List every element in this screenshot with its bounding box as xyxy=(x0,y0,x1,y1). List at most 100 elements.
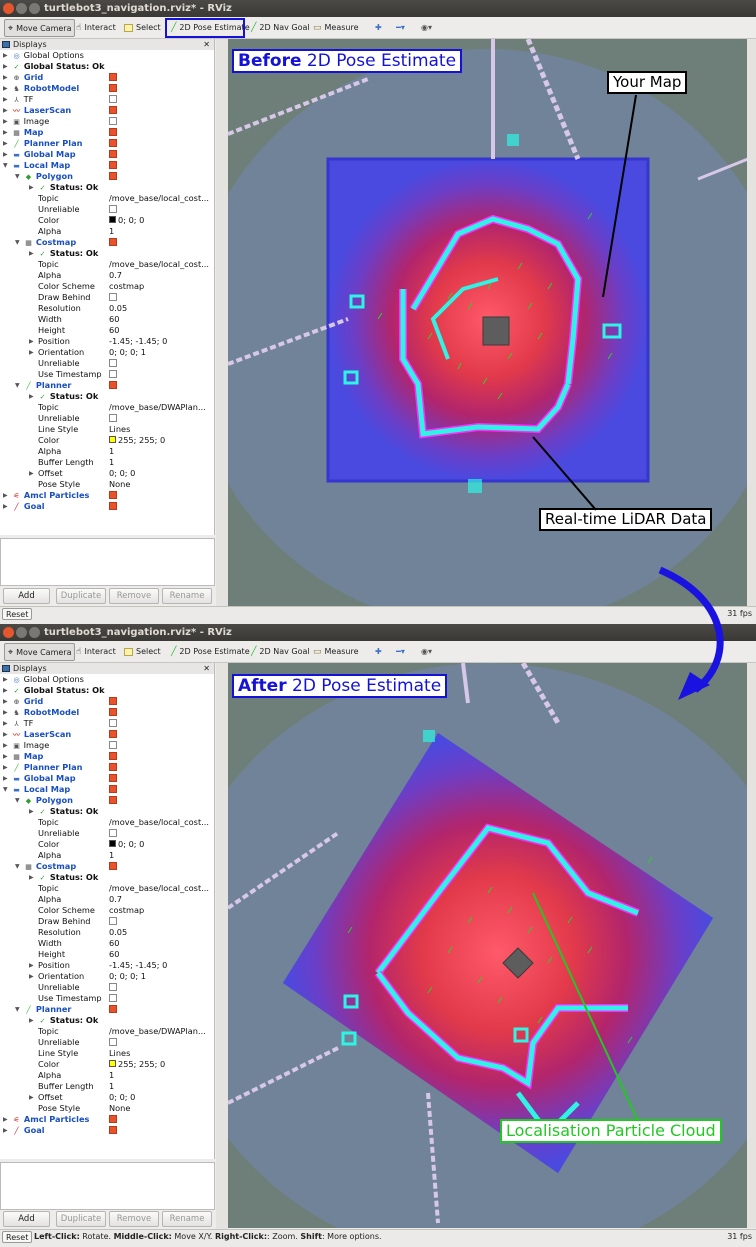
unchecked-checkbox[interactable] xyxy=(109,94,117,103)
measure-tool[interactable]: ▭ Measure xyxy=(310,643,362,661)
display-tree-row[interactable]: ▶ ⊕ Grid xyxy=(0,72,214,83)
row-value[interactable]: None xyxy=(109,1103,130,1114)
reset-button[interactable]: Reset xyxy=(2,608,33,620)
minimize-window-button[interactable] xyxy=(16,3,27,14)
row-value[interactable]: /move_base/DWAPlan... xyxy=(109,1026,206,1037)
row-value[interactable] xyxy=(109,696,117,707)
expanded-arrow-icon[interactable]: ▼ xyxy=(15,171,20,182)
row-value[interactable] xyxy=(109,861,117,872)
unchecked-checkbox[interactable] xyxy=(109,1037,117,1046)
add-tool-button[interactable]: ✚ xyxy=(372,643,385,661)
row-value[interactable]: 0; 0; 0; 1 xyxy=(109,971,146,982)
display-tree-row[interactable]: Unreliable xyxy=(0,828,214,839)
collapsed-arrow-icon[interactable]: ▶ xyxy=(3,740,8,751)
display-tree-row[interactable]: ▶ 〰 LaserScan xyxy=(0,729,214,740)
collapsed-arrow-icon[interactable]: ▶ xyxy=(29,971,34,982)
add-button[interactable]: Add xyxy=(3,1211,50,1227)
maximize-window-button[interactable] xyxy=(29,627,40,638)
row-value[interactable]: /move_base/DWAPlan... xyxy=(109,402,206,413)
row-value[interactable] xyxy=(109,292,117,303)
collapsed-arrow-icon[interactable]: ▶ xyxy=(3,490,8,501)
row-value[interactable]: 0; 0; 0 xyxy=(109,215,144,226)
display-tree-row[interactable]: ▼ ▬ Local Map xyxy=(0,160,214,171)
row-value[interactable]: 0; 0; 0; 1 xyxy=(109,347,146,358)
display-tree-row[interactable]: Alpha 0.7 xyxy=(0,270,214,281)
checked-checkbox[interactable] xyxy=(109,127,117,136)
close-window-button[interactable] xyxy=(3,627,14,638)
display-tree-row[interactable]: ▶ ✓ Status: Ok xyxy=(0,1015,214,1026)
collapsed-arrow-icon[interactable]: ▶ xyxy=(29,1015,34,1026)
select-tool[interactable]: Select xyxy=(121,19,164,37)
close-window-button[interactable] xyxy=(3,3,14,14)
collapsed-arrow-icon[interactable]: ▶ xyxy=(3,94,8,105)
display-tree-row[interactable]: ▶ Position -1.45; -1.45; 0 xyxy=(0,960,214,971)
unchecked-checkbox[interactable] xyxy=(109,116,117,125)
collapsed-arrow-icon[interactable]: ▶ xyxy=(29,468,34,479)
display-tree-row[interactable]: ▶ Offset 0; 0; 0 xyxy=(0,468,214,479)
checked-checkbox[interactable] xyxy=(109,380,117,389)
display-tree-row[interactable]: ▶ ╱ Goal xyxy=(0,501,214,512)
expanded-arrow-icon[interactable]: ▼ xyxy=(3,160,8,171)
row-value[interactable]: /move_base/local_cost... xyxy=(109,883,209,894)
display-tree-row[interactable]: ▶ Position -1.45; -1.45; 0 xyxy=(0,336,214,347)
expanded-arrow-icon[interactable]: ▼ xyxy=(15,380,20,391)
row-value[interactable]: /move_base/local_cost... xyxy=(109,193,209,204)
display-tree-row[interactable]: ▶ ✓ Status: Ok xyxy=(0,806,214,817)
display-tree-row[interactable]: ▶ ▦ Map xyxy=(0,751,214,762)
display-tree-row[interactable]: Unreliable xyxy=(0,204,214,215)
display-tree-row[interactable]: Color 0; 0; 0 xyxy=(0,215,214,226)
display-tree-row[interactable]: Color Scheme costmap xyxy=(0,905,214,916)
row-value[interactable]: /move_base/local_cost... xyxy=(109,259,209,270)
display-tree-row[interactable]: Line Style Lines xyxy=(0,1048,214,1059)
row-value[interactable]: 0; 0; 0 xyxy=(109,839,144,850)
display-tree-row[interactable]: ▶ ╱ Planner Plan xyxy=(0,138,214,149)
display-tree-row[interactable]: ▶ ◎ Global Options xyxy=(0,674,214,685)
display-tree-row[interactable]: ▶ ✓ Status: Ok xyxy=(0,872,214,883)
row-value[interactable] xyxy=(109,380,117,391)
view-splitter[interactable] xyxy=(747,39,756,606)
collapsed-arrow-icon[interactable]: ▶ xyxy=(3,61,8,72)
row-value[interactable]: 0.05 xyxy=(109,303,127,314)
checked-checkbox[interactable] xyxy=(109,795,117,804)
color-swatch[interactable] xyxy=(109,1060,116,1067)
row-value[interactable]: 60 xyxy=(109,938,119,949)
row-value[interactable] xyxy=(109,707,117,718)
display-tree-row[interactable]: ▶ Orientation 0; 0; 0; 1 xyxy=(0,347,214,358)
close-panel-icon[interactable]: ✕ xyxy=(203,663,210,674)
collapsed-arrow-icon[interactable]: ▶ xyxy=(3,116,8,127)
display-tree-row[interactable]: Use Timestamp xyxy=(0,993,214,1004)
row-value[interactable] xyxy=(109,501,117,512)
row-value[interactable] xyxy=(109,149,117,160)
display-tree-row[interactable]: ▶ Offset 0; 0; 0 xyxy=(0,1092,214,1103)
row-value[interactable]: 60 xyxy=(109,314,119,325)
display-tree-row[interactable]: Width 60 xyxy=(0,314,214,325)
collapsed-arrow-icon[interactable]: ▶ xyxy=(3,83,8,94)
row-value[interactable]: 0.7 xyxy=(109,894,122,905)
remove-button[interactable]: Remove xyxy=(109,588,159,604)
row-value[interactable]: /move_base/local_cost... xyxy=(109,817,209,828)
row-value[interactable] xyxy=(109,127,117,138)
collapsed-arrow-icon[interactable]: ▶ xyxy=(29,182,34,193)
unchecked-checkbox[interactable] xyxy=(109,204,117,213)
row-value[interactable]: costmap xyxy=(109,905,144,916)
color-swatch[interactable] xyxy=(109,216,116,223)
remove-tool-button[interactable]: ━▾ xyxy=(393,19,408,37)
checked-checkbox[interactable] xyxy=(109,105,117,114)
row-value[interactable] xyxy=(109,762,117,773)
display-tree-row[interactable]: ▶ ╱ Goal xyxy=(0,1125,214,1136)
duplicate-button[interactable]: Duplicate xyxy=(56,588,106,604)
display-tree-row[interactable]: Alpha 1 xyxy=(0,850,214,861)
3d-view-after[interactable]: After 2D Pose Estimate Localisation Part… xyxy=(228,663,747,1228)
collapsed-arrow-icon[interactable]: ▶ xyxy=(3,50,8,61)
color-swatch[interactable] xyxy=(109,840,116,847)
close-panel-icon[interactable]: ✕ xyxy=(203,39,210,50)
collapsed-arrow-icon[interactable]: ▶ xyxy=(29,1092,34,1103)
display-tree-row[interactable]: ▶ ✓ Status: Ok xyxy=(0,248,214,259)
row-value[interactable] xyxy=(109,72,117,83)
checked-checkbox[interactable] xyxy=(109,171,117,180)
row-value[interactable] xyxy=(109,795,117,806)
row-value[interactable]: 0.7 xyxy=(109,270,122,281)
row-value[interactable] xyxy=(109,116,117,127)
display-tree-row[interactable]: Width 60 xyxy=(0,938,214,949)
display-tree-row[interactable]: ▶ ✓ Status: Ok xyxy=(0,182,214,193)
